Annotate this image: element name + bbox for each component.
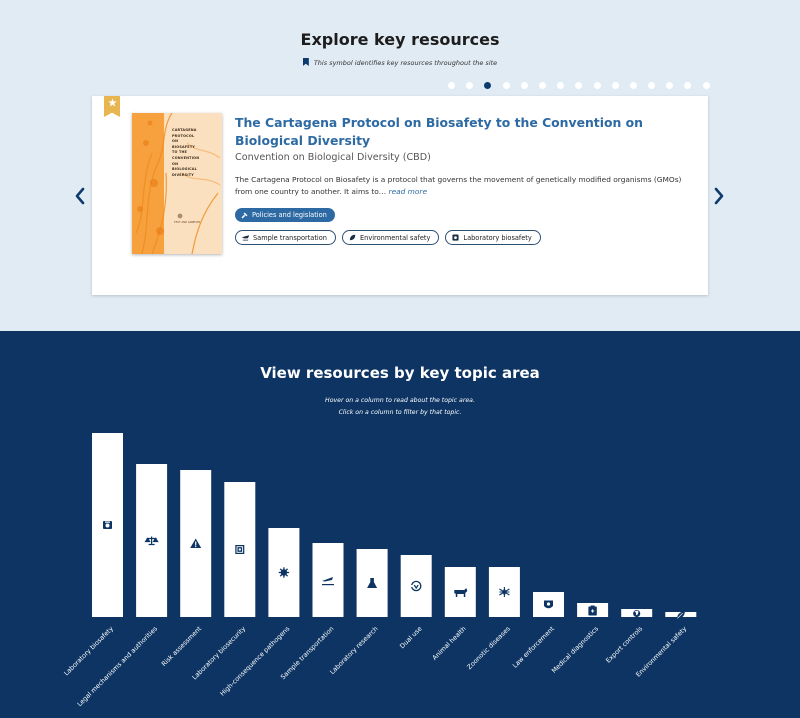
resource-organization: Convention on Biological Diversity (CBD) — [235, 152, 431, 163]
tag-label: Environmental safety — [359, 233, 431, 242]
airplane-icon — [242, 235, 249, 241]
resource-card: CARTAGENA PROTOCOL ON BIOSAFETY TO THE CONVEN… — [92, 96, 708, 295]
tick-label: Dual use — [398, 625, 424, 651]
tick-label: Environmental safety — [634, 625, 688, 679]
lab-biosafety-icon — [103, 521, 112, 529]
tag-sample-transportation[interactable]: Sample transportation — [235, 230, 336, 245]
tick-label: Law enforcement — [511, 624, 556, 669]
carousel-dot[interactable] — [593, 82, 601, 89]
globe-icon — [633, 609, 641, 618]
resource-description: The Cartagena Protocol on Biosafety is a… — [235, 174, 695, 198]
chevron-left-icon — [75, 187, 85, 205]
badge-icon — [544, 600, 553, 609]
resource-cover-image[interactable]: CARTAGENA PROTOCOL ON BIOSAFETY TO THE CONVEN… — [132, 113, 222, 254]
cover-title-line: CONVENTION — [172, 155, 200, 160]
tag-label: Sample transportation — [253, 233, 327, 242]
tick-label: Export controls — [604, 624, 644, 664]
tick-label: Medical diagnostics — [550, 624, 600, 674]
carousel-dot[interactable] — [466, 82, 474, 89]
read-more-link[interactable]: read more — [389, 187, 427, 196]
bookmark-icon — [302, 58, 309, 66]
tick-label: Risk assessment — [160, 624, 204, 668]
carousel-prev-button[interactable] — [73, 186, 87, 206]
cover-title-line: CARTAGENA — [172, 128, 197, 132]
tag-label: Laboratory biosafety — [463, 233, 532, 242]
resource-description-text: The Cartagena Protocol on Biosafety is a… — [235, 175, 682, 196]
carousel-dot[interactable] — [484, 82, 492, 89]
carousel-next-button[interactable] — [712, 186, 726, 206]
clipboard-icon — [588, 605, 597, 616]
tick-label: Legal mechanisms and authorities — [76, 624, 160, 708]
cover-title-line: BIOLOGICAL — [172, 167, 197, 172]
carousel-dot[interactable] — [648, 82, 656, 89]
tag-list: Sample transportation Environmental safe… — [235, 230, 541, 245]
tick-label: Zoonotic diseases — [465, 624, 512, 671]
cover-title-line: DIVERSITY — [172, 172, 194, 177]
carousel-dot[interactable] — [557, 82, 565, 89]
carousel-dot[interactable] — [575, 82, 583, 89]
carousel-dots — [448, 82, 710, 89]
pathogen-icon — [278, 567, 290, 578]
star-icon — [107, 98, 117, 107]
leaf-icon — [349, 234, 356, 241]
carousel-dot[interactable] — [502, 82, 510, 89]
cover-subtitle: TEXT AND ANNEXES — [174, 221, 201, 224]
key-resource-ribbon — [104, 96, 120, 117]
carousel-dot[interactable] — [538, 82, 546, 89]
symbol-note: This symbol identifies key resources thr… — [0, 58, 800, 67]
topic-bar-chart: Laboratory biosafetyLegal mechanisms and… — [62, 433, 697, 708]
chevron-right-icon — [714, 187, 724, 205]
tick-label: Laboratory biosafety — [62, 625, 115, 678]
tag-environmental-safety[interactable]: Environmental safety — [341, 230, 440, 245]
carousel-dot[interactable] — [448, 82, 455, 89]
carousel-dot[interactable] — [684, 82, 692, 89]
bar-dual-use[interactable] — [400, 555, 432, 617]
cover-title: CARTAGENA PROTOCOL ON BIOSAFETY TO THE CONVEN… — [172, 128, 199, 178]
biosecurity-icon — [235, 545, 245, 554]
carousel-dot[interactable] — [666, 82, 674, 89]
gavel-icon — [241, 212, 248, 218]
tick-label: Animal health — [431, 625, 468, 662]
tick-label: High-consequence pathogens — [218, 624, 291, 697]
topic-area-section: View resources by key topic area Hover o… — [0, 331, 800, 718]
tick-label: Laboratory research — [328, 625, 379, 676]
tag-laboratory-biosafety[interactable]: Laboratory biosafety — [445, 230, 541, 245]
lab-biosafety-icon — [452, 234, 459, 241]
tag-policies-legislation[interactable]: Policies and legislation — [235, 208, 335, 222]
section-title: Explore key resources — [300, 30, 500, 49]
carousel-dot[interactable] — [629, 82, 637, 89]
tag-label: Policies and legislation — [252, 211, 327, 219]
resource-title-link[interactable]: The Cartagena Protocol on Biosafety to t… — [235, 114, 675, 150]
carousel-dot[interactable] — [611, 82, 619, 89]
carousel-dot[interactable] — [702, 82, 710, 89]
carousel-dot[interactable] — [520, 82, 528, 89]
symbol-note-text: This symbol identifies key resources thr… — [313, 59, 498, 67]
key-resources-section: Explore key resources This symbol identi… — [0, 0, 800, 331]
